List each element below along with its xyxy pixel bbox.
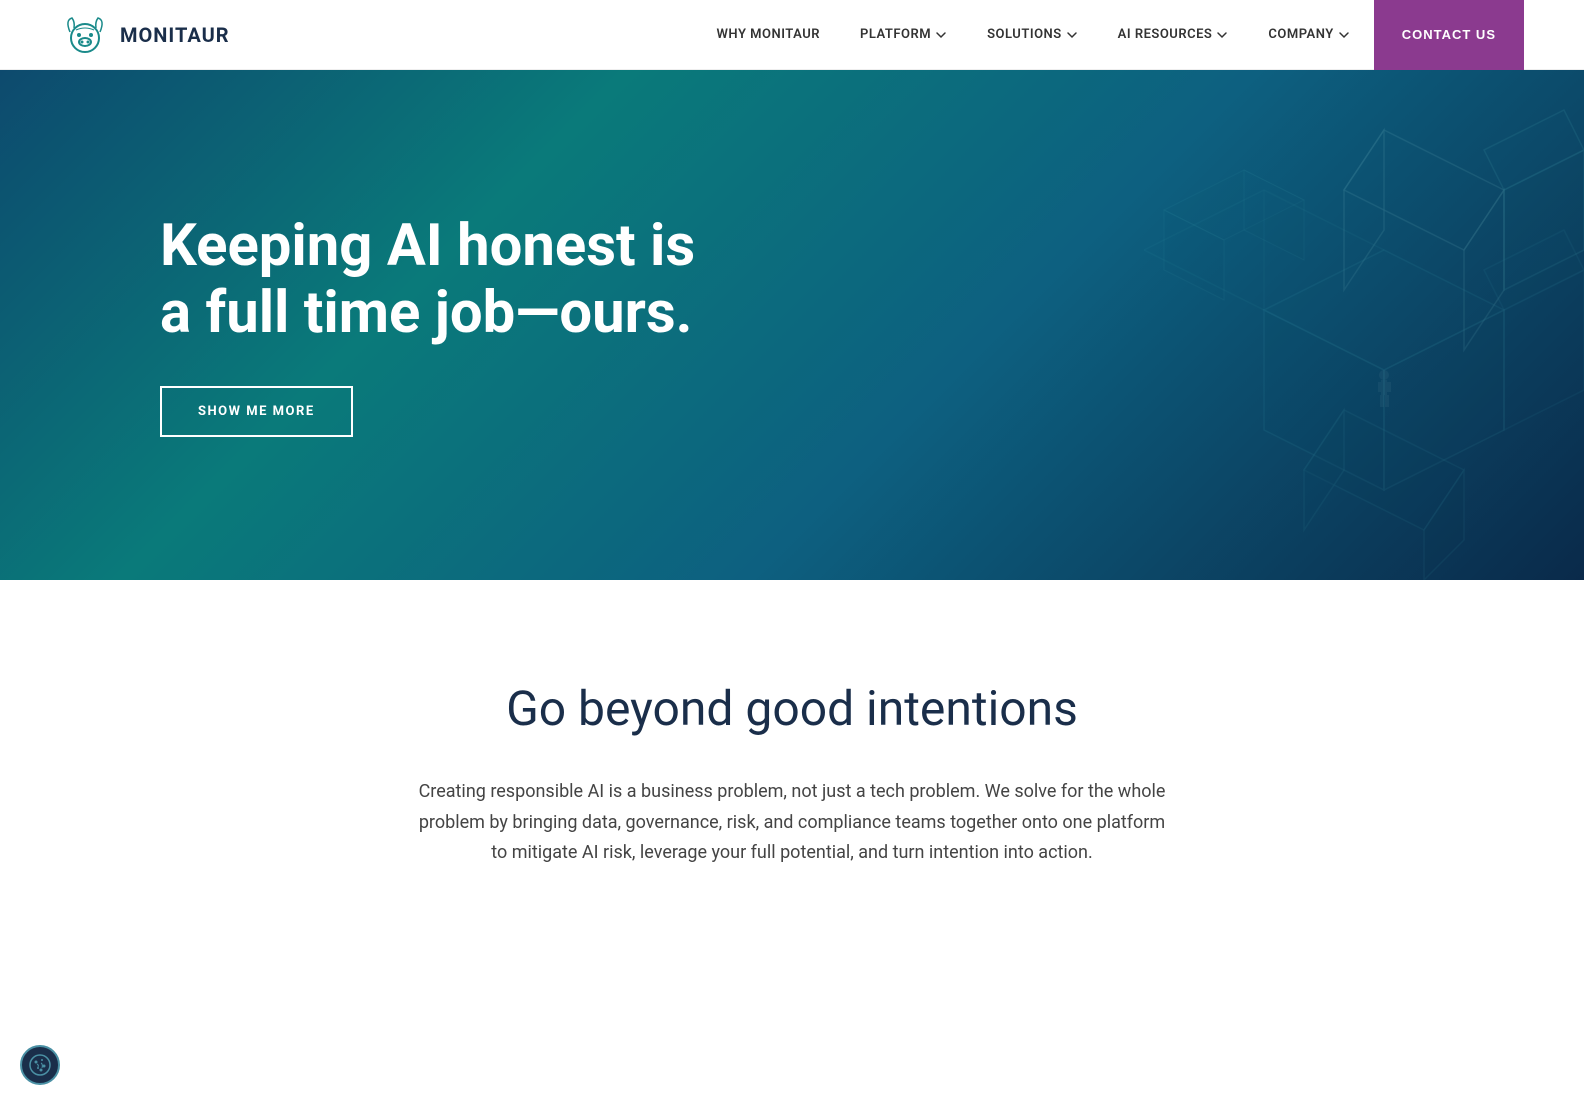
beyond-section: Go beyond good intentions Creating respo… [0,580,1584,949]
beyond-heading: Go beyond good intentions [60,680,1524,737]
chevron-down-icon [1066,29,1078,41]
hero-cta-button[interactable]: SHOW ME MORE [160,386,353,437]
chevron-down-icon [935,29,947,41]
nav-item-contact: CONTACT US [1374,0,1524,70]
nav-link-solutions[interactable]: SOLUTIONS [971,19,1094,50]
hero-section: Keeping AI honest is a full time job—our… [0,70,1584,580]
nav-menu: WHY MONITAUR PLATFORM SOLUTIONS AI RESOU… [701,0,1524,70]
nav-link-company[interactable]: COMPANY [1252,19,1365,50]
beyond-body: Creating responsible AI is a business pr… [412,777,1172,869]
hero-headline: Keeping AI honest is a full time job—our… [160,213,695,346]
nav-link-why-monitaur[interactable]: WHY MONITAUR [701,19,836,50]
nav-item-solutions: SOLUTIONS [971,19,1094,50]
nav-link-ai-resources[interactable]: AI RESOURCES [1102,19,1245,50]
contact-button[interactable]: CONTACT US [1374,0,1524,70]
brand-name: MONITAUR [120,23,230,47]
nav-item-ai-resources: AI RESOURCES [1102,19,1245,50]
navbar: MONITAUR WHY MONITAUR PLATFORM SOLUTIONS [0,0,1584,70]
nav-item-why-monitaur: WHY MONITAUR [701,19,836,50]
chevron-down-icon [1216,29,1228,41]
brand-logo[interactable]: MONITAUR [60,10,230,60]
hero-content: Keeping AI honest is a full time job—our… [0,213,695,437]
hero-background-shapes [684,70,1584,580]
nav-item-platform: PLATFORM [844,19,963,50]
cookie-icon [28,1053,52,1077]
nav-link-platform[interactable]: PLATFORM [844,19,963,50]
chevron-down-icon [1338,29,1350,41]
nav-item-company: COMPANY [1252,19,1365,50]
monitaur-logo-icon [60,10,110,60]
cookie-consent-button[interactable] [20,1045,60,1085]
